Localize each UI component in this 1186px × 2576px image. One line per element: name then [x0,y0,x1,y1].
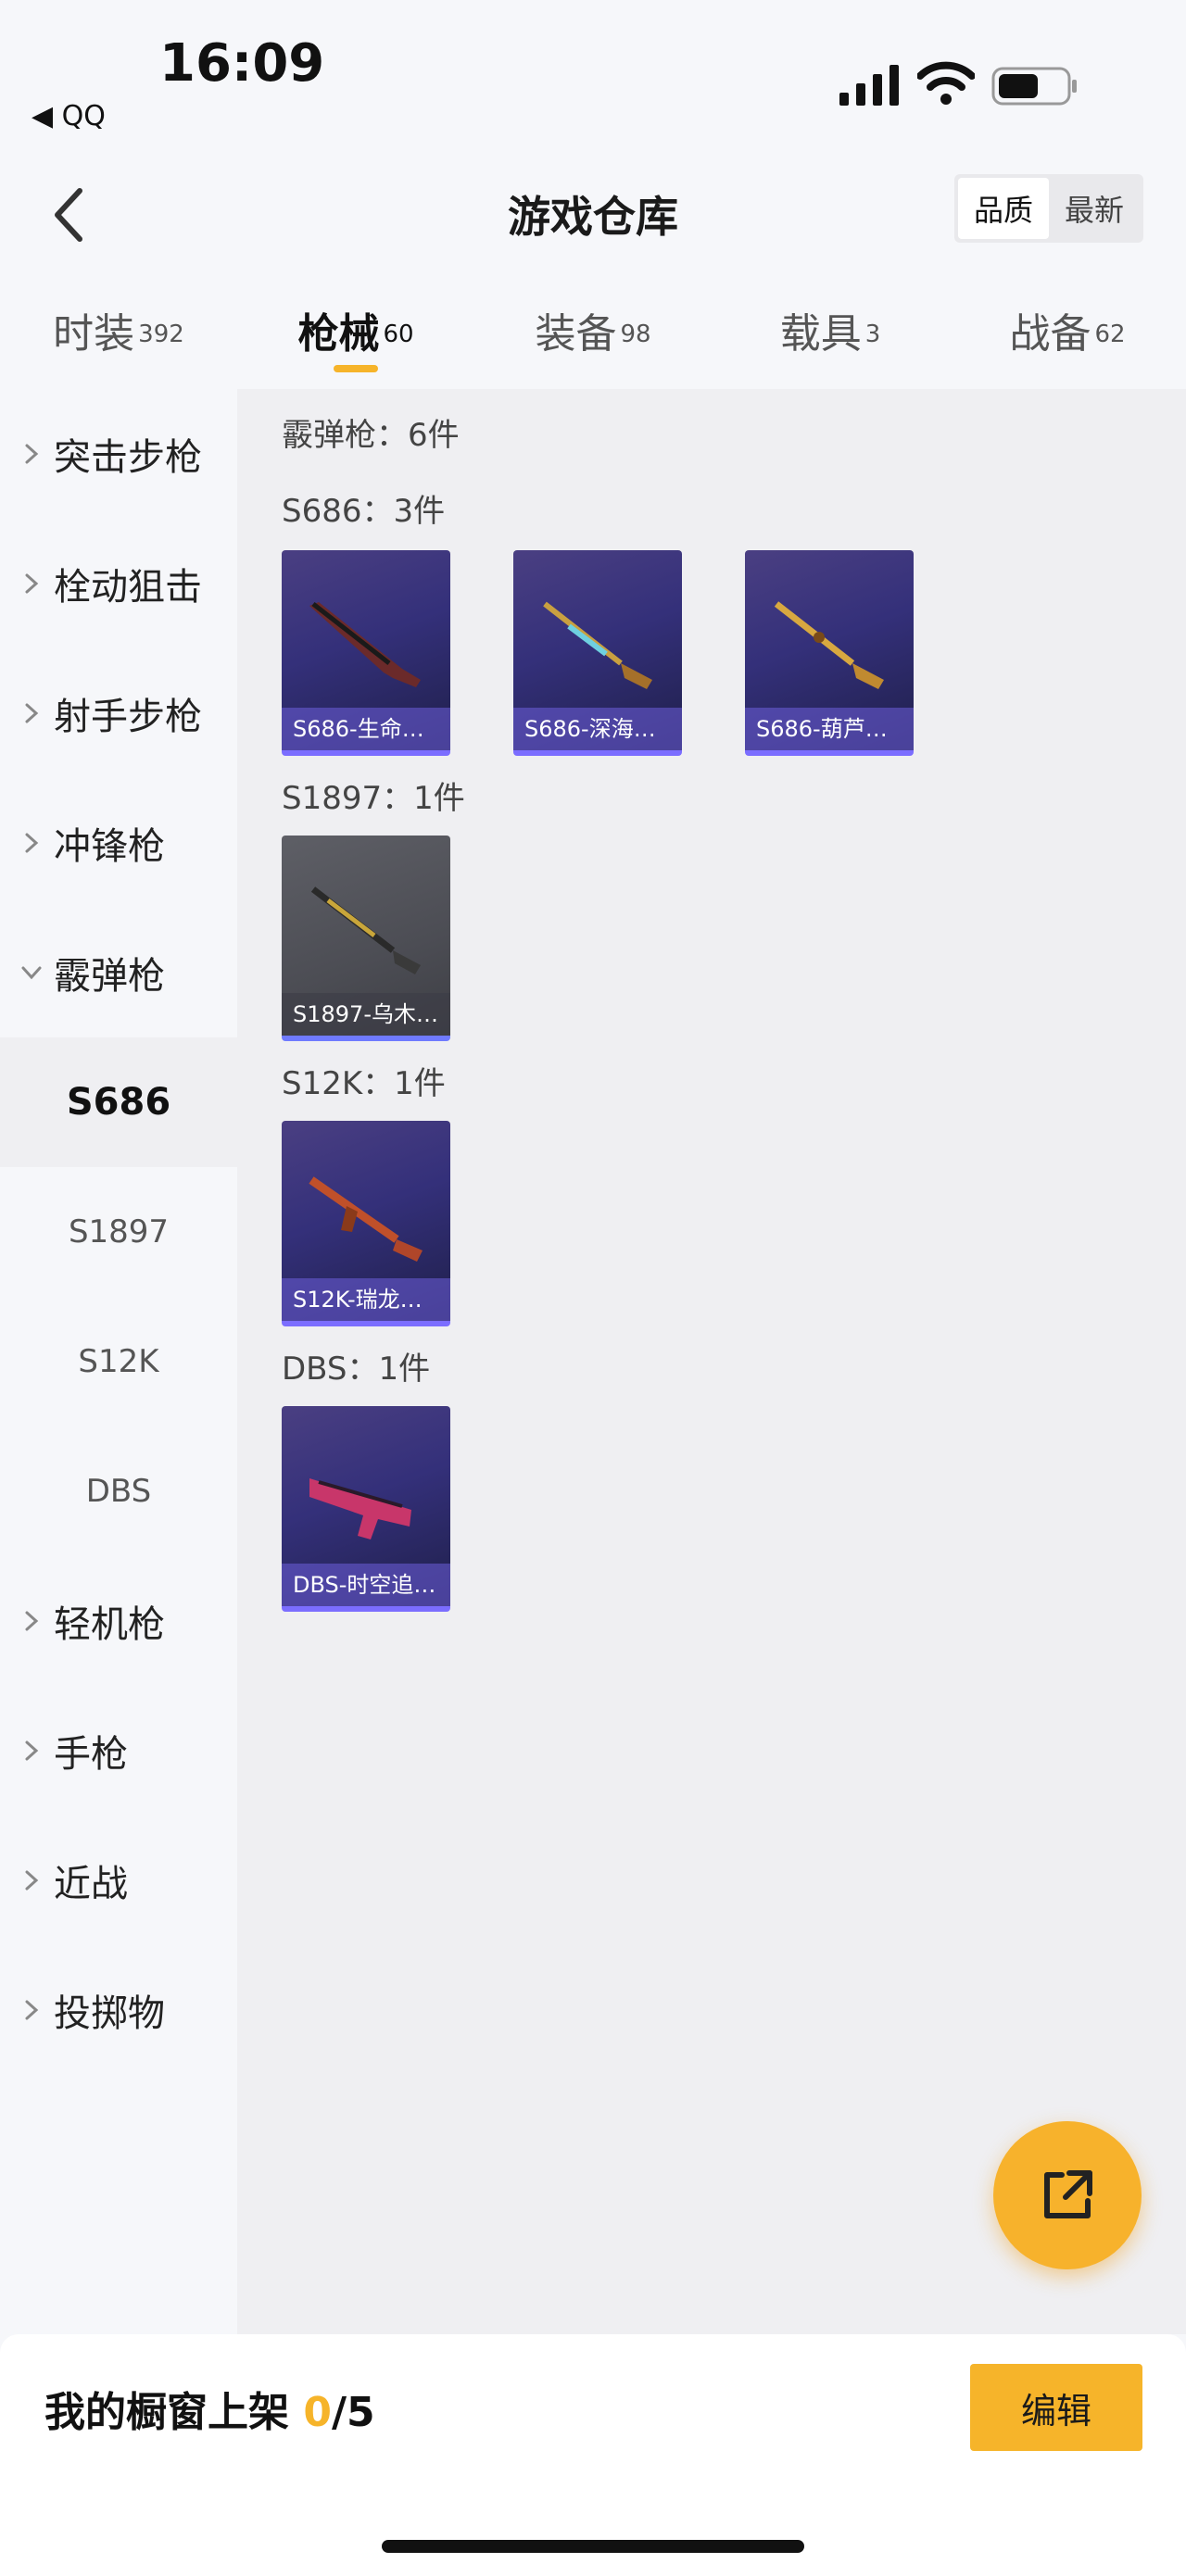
category-summary: 霰弹枪：6件 [282,417,460,454]
tab-fashion[interactable]: 时装 392 [0,287,237,380]
status-time: 16:09 [159,33,325,94]
tab-count: 60 [383,320,414,348]
sidebar-subitem-dbs[interactable]: DBS [0,1426,237,1556]
back-chevron-icon [55,188,82,242]
showcase-used-count: 0 [303,2389,332,2436]
sort-option-quality[interactable]: 品质 [958,178,1049,239]
skin-card-label: S12K-瑞龙… [282,1278,450,1321]
section-title-s686: S686：3件 [282,493,446,530]
sidebar-subitem-s12k[interactable]: S12K [0,1297,237,1426]
skin-card[interactable]: DBS-时空追… [282,1406,450,1612]
share-export-icon [1044,2170,1092,2218]
sidebar-subitem-s686[interactable]: S686 [0,1037,237,1167]
section-title-dbs: DBS：1件 [282,1351,431,1388]
skin-card-label: S686-深海… [513,708,682,750]
tab-label: 枪械 [297,310,380,358]
section-title-s12k: S12K：1件 [282,1065,446,1102]
sidebar-item-shotgun[interactable]: 霰弹枪 [0,908,237,1037]
tab-count: 3 [864,320,881,348]
sidebar-item-pistol[interactable]: 手枪 [0,1686,237,1816]
chevron-right-icon [25,2000,39,2020]
chevron-down-icon [21,966,42,980]
tab-supplies[interactable]: 战备 62 [949,287,1186,380]
sort-option-newest[interactable]: 最新 [1049,178,1140,239]
home-indicator [382,2540,804,2553]
showcase-total: /5 [331,2389,375,2436]
skin-card[interactable]: S686-葫芦… [745,550,914,756]
tab-count: 392 [138,320,184,348]
sidebar-item-throwable[interactable]: 投掷物 [0,1945,237,2075]
tab-count: 98 [620,320,651,348]
battery-icon [991,67,1077,106]
tab-label: 战备 [1009,310,1091,358]
shotgun-icon [309,602,421,687]
chevron-right-icon [25,444,39,464]
chevron-right-icon [25,1740,39,1761]
category-tabs: 时装 392 枪械 60 装备 98 载具 3 战备 62 [0,287,1186,380]
sidebar-item-lmg[interactable]: 轻机枪 [0,1556,237,1686]
skin-card[interactable]: S1897-乌木… [282,836,450,1041]
sidebar-item-label: 投掷物 [54,1992,165,2035]
sidebar-item-label: 手枪 [54,1733,128,1776]
shotgun-icon [309,1478,411,1539]
active-tab-indicator [334,365,378,372]
section-title-s1897: S1897：1件 [282,780,465,817]
sidebar-item-label: 突击步枪 [54,436,202,479]
sidebar-item-label: 栓动狙击 [54,566,202,609]
tab-label: 时装 [53,310,135,358]
tab-count: 62 [1094,320,1126,348]
sidebar-item-label: 霰弹枪 [54,955,165,998]
sidebar-item-melee[interactable]: 近战 [0,1816,237,1945]
shotgun-icon [310,886,421,974]
sidebar-item-label: 轻机枪 [54,1603,165,1646]
nav-bar: 游戏仓库 品质 最新 [0,167,1186,259]
wifi-icon [917,61,975,105]
back-to-app-link[interactable]: ◀ QQ [32,100,106,132]
skin-card-label: S686-生命… [282,708,450,750]
sidebar-item-smg[interactable]: 冲锋枪 [0,778,237,908]
shotgun-icon [774,601,884,689]
status-bar: 16:09 ◀ QQ [0,0,1186,148]
bottom-bar: 我的橱窗上架 0/5 编辑 [0,2334,1186,2576]
sidebar-item-bolt-sniper[interactable]: 栓动狙击 [0,519,237,648]
sort-toggle: 品质 最新 [954,174,1143,243]
tab-label: 载具 [779,310,862,358]
shotgun-icon [309,1176,423,1262]
share-export-button[interactable] [993,2121,1142,2269]
skin-card[interactable]: S686-生命… [282,550,450,756]
chevron-right-icon [25,1611,39,1631]
tab-vehicles[interactable]: 载具 3 [712,287,949,380]
showcase-label: 我的橱窗上架 [44,2389,289,2436]
skin-card-label: DBS-时空追… [282,1564,450,1606]
tab-equipment[interactable]: 装备 98 [474,287,712,380]
chevron-right-icon [25,1870,39,1891]
tab-label: 装备 [535,310,617,358]
inventory-content: 霰弹枪：6件 S686：3件 S686-生命… S686-深海… S686-葫芦… [237,389,1186,2334]
sidebar-subitem-s1897[interactable]: S1897 [0,1167,237,1297]
tab-firearms[interactable]: 枪械 60 [237,287,474,380]
chevron-right-icon [25,833,39,853]
skin-card[interactable]: S12K-瑞龙… [282,1121,450,1326]
sidebar-item-marksman-rifle[interactable]: 射手步枪 [0,648,237,778]
back-button[interactable] [41,178,96,252]
sidebar-item-label: 近战 [54,1863,128,1905]
showcase-status: 我的橱窗上架 0/5 [44,2379,375,2438]
chevron-right-icon [25,703,39,723]
shotgun-icon [543,601,652,689]
sidebar-item-label: 冲锋枪 [54,825,165,868]
signal-icon [839,65,899,106]
skin-card-label: S1897-乌木… [282,993,450,1036]
edit-button[interactable]: 编辑 [970,2364,1142,2451]
skin-card[interactable]: S686-深海… [513,550,682,756]
sidebar: 突击步枪 栓动狙击 射手步枪 冲锋枪 霰弹枪 S686 S1897 S12K D… [0,389,237,2334]
skin-card-label: S686-葫芦… [745,708,914,750]
sidebar-item-assault-rifle[interactable]: 突击步枪 [0,389,237,519]
sidebar-item-label: 射手步枪 [54,696,202,738]
chevron-right-icon [25,573,39,594]
